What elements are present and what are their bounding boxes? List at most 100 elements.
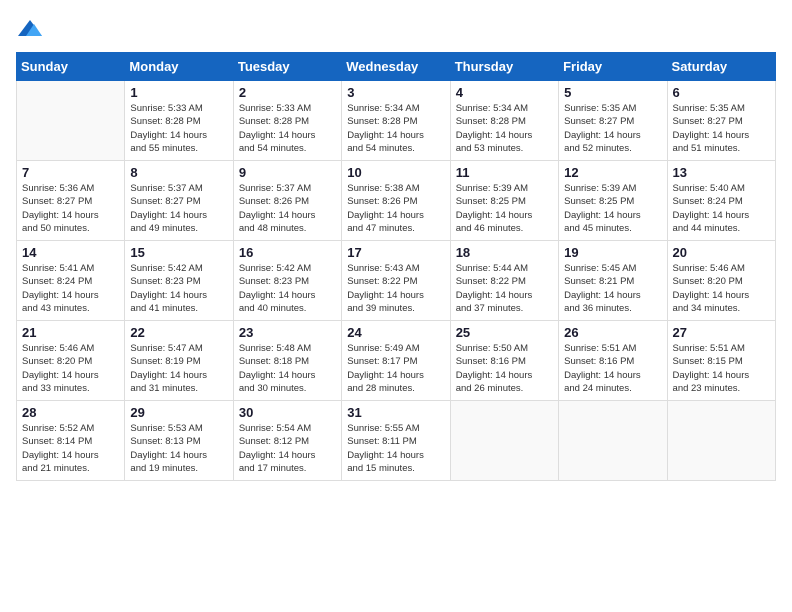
calendar-week-2: 7Sunrise: 5:36 AM Sunset: 8:27 PM Daylig… — [17, 161, 776, 241]
calendar-cell: 25 Sunrise: 5:50 AM Sunset: 8:16 PM Dayli… — [450, 321, 558, 401]
calendar-cell: 18Sunrise: 5:44 AM Sunset: 8:22 PM Dayli… — [450, 241, 558, 321]
day-info: Sunrise: 5:35 AM Sunset: 8:27 PM Dayligh… — [564, 102, 661, 155]
day-number: 27 — [673, 325, 770, 340]
calendar-cell: 21 Sunrise: 5:46 AM Sunset: 8:20 PM Dayli… — [17, 321, 125, 401]
day-number: 24 — [347, 325, 444, 340]
calendar-cell: 30Sunrise: 5:54 AM Sunset: 8:12 PM Dayli… — [233, 401, 341, 481]
day-number: 18 — [456, 245, 553, 260]
day-number: 20 — [673, 245, 770, 260]
day-number: 8 — [130, 165, 227, 180]
weekday-header-wednesday: Wednesday — [342, 53, 450, 81]
calendar-cell: 29 Sunrise: 5:53 AM Sunset: 8:13 PM Dayli… — [125, 401, 233, 481]
day-info: Sunrise: 5:45 AM Sunset: 8:21 PM Dayligh… — [564, 262, 661, 315]
day-number: 17 — [347, 245, 444, 260]
calendar-cell: 24 Sunrise: 5:49 AM Sunset: 8:17 PM Dayli… — [342, 321, 450, 401]
logo-icon — [16, 16, 44, 44]
day-info: Sunrise: 5:41 AM Sunset: 8:24 PM Dayligh… — [22, 262, 119, 315]
calendar-cell: 11 Sunrise: 5:39 AM Sunset: 8:25 PM Dayli… — [450, 161, 558, 241]
logo — [16, 16, 48, 44]
day-info: Sunrise: 5:39 AM Sunset: 8:25 PM Dayligh… — [456, 182, 553, 235]
day-number: 23 — [239, 325, 336, 340]
calendar-cell: 22 Sunrise: 5:47 AM Sunset: 8:19 PM Dayli… — [125, 321, 233, 401]
day-number: 10 — [347, 165, 444, 180]
day-info: Sunrise: 5:50 AM Sunset: 8:16 PM Dayligh… — [456, 342, 553, 395]
day-info: Sunrise: 5:51 AM Sunset: 8:15 PM Dayligh… — [673, 342, 770, 395]
day-number: 4 — [456, 85, 553, 100]
calendar-cell: 26 Sunrise: 5:51 AM Sunset: 8:16 PM Dayli… — [559, 321, 667, 401]
calendar-cell: 8 Sunrise: 5:37 AM Sunset: 8:27 PM Daylig… — [125, 161, 233, 241]
calendar-cell — [17, 81, 125, 161]
calendar-body: 1 Sunrise: 5:33 AM Sunset: 8:28 PM Daylig… — [17, 81, 776, 481]
day-info: Sunrise: 5:46 AM Sunset: 8:20 PM Dayligh… — [673, 262, 770, 315]
day-number: 16 — [239, 245, 336, 260]
day-info: Sunrise: 5:52 AM Sunset: 8:14 PM Dayligh… — [22, 422, 119, 475]
calendar-cell: 3 Sunrise: 5:34 AM Sunset: 8:28 PM Daylig… — [342, 81, 450, 161]
calendar-week-1: 1 Sunrise: 5:33 AM Sunset: 8:28 PM Daylig… — [17, 81, 776, 161]
day-number: 21 — [22, 325, 119, 340]
day-info: Sunrise: 5:43 AM Sunset: 8:22 PM Dayligh… — [347, 262, 444, 315]
day-info: Sunrise: 5:48 AM Sunset: 8:18 PM Dayligh… — [239, 342, 336, 395]
calendar-cell: 7Sunrise: 5:36 AM Sunset: 8:27 PM Daylig… — [17, 161, 125, 241]
calendar-cell: 16 Sunrise: 5:42 AM Sunset: 8:23 PM Dayli… — [233, 241, 341, 321]
day-info: Sunrise: 5:37 AM Sunset: 8:27 PM Dayligh… — [130, 182, 227, 235]
day-info: Sunrise: 5:38 AM Sunset: 8:26 PM Dayligh… — [347, 182, 444, 235]
calendar-cell: 5 Sunrise: 5:35 AM Sunset: 8:27 PM Daylig… — [559, 81, 667, 161]
day-number: 14 — [22, 245, 119, 260]
day-number: 11 — [456, 165, 553, 180]
day-number: 3 — [347, 85, 444, 100]
day-number: 19 — [564, 245, 661, 260]
calendar-cell: 6Sunrise: 5:35 AM Sunset: 8:27 PM Daylig… — [667, 81, 775, 161]
day-info: Sunrise: 5:33 AM Sunset: 8:28 PM Dayligh… — [130, 102, 227, 155]
calendar-cell: 31Sunrise: 5:55 AM Sunset: 8:11 PM Dayli… — [342, 401, 450, 481]
day-info: Sunrise: 5:33 AM Sunset: 8:28 PM Dayligh… — [239, 102, 336, 155]
day-info: Sunrise: 5:40 AM Sunset: 8:24 PM Dayligh… — [673, 182, 770, 235]
day-number: 5 — [564, 85, 661, 100]
day-info: Sunrise: 5:46 AM Sunset: 8:20 PM Dayligh… — [22, 342, 119, 395]
calendar-cell: 27 Sunrise: 5:51 AM Sunset: 8:15 PM Dayli… — [667, 321, 775, 401]
calendar-cell: 4 Sunrise: 5:34 AM Sunset: 8:28 PM Daylig… — [450, 81, 558, 161]
calendar-cell — [559, 401, 667, 481]
calendar-cell: 1 Sunrise: 5:33 AM Sunset: 8:28 PM Daylig… — [125, 81, 233, 161]
weekday-header-thursday: Thursday — [450, 53, 558, 81]
day-number: 28 — [22, 405, 119, 420]
calendar-cell: 17 Sunrise: 5:43 AM Sunset: 8:22 PM Dayli… — [342, 241, 450, 321]
day-info: Sunrise: 5:34 AM Sunset: 8:28 PM Dayligh… — [347, 102, 444, 155]
day-info: Sunrise: 5:35 AM Sunset: 8:27 PM Dayligh… — [673, 102, 770, 155]
calendar-cell: 12 Sunrise: 5:39 AM Sunset: 8:25 PM Dayli… — [559, 161, 667, 241]
day-info: Sunrise: 5:42 AM Sunset: 8:23 PM Dayligh… — [130, 262, 227, 315]
day-number: 29 — [130, 405, 227, 420]
calendar-week-3: 14 Sunrise: 5:41 AM Sunset: 8:24 PM Dayli… — [17, 241, 776, 321]
calendar-cell — [450, 401, 558, 481]
day-number: 22 — [130, 325, 227, 340]
calendar-cell: 20 Sunrise: 5:46 AM Sunset: 8:20 PM Dayli… — [667, 241, 775, 321]
day-number: 7 — [22, 165, 119, 180]
weekday-header-saturday: Saturday — [667, 53, 775, 81]
day-info: Sunrise: 5:49 AM Sunset: 8:17 PM Dayligh… — [347, 342, 444, 395]
day-number: 13 — [673, 165, 770, 180]
day-info: Sunrise: 5:42 AM Sunset: 8:23 PM Dayligh… — [239, 262, 336, 315]
calendar-cell: 19 Sunrise: 5:45 AM Sunset: 8:21 PM Dayli… — [559, 241, 667, 321]
calendar-cell: 13 Sunrise: 5:40 AM Sunset: 8:24 PM Dayli… — [667, 161, 775, 241]
calendar-cell: 14 Sunrise: 5:41 AM Sunset: 8:24 PM Dayli… — [17, 241, 125, 321]
day-number: 1 — [130, 85, 227, 100]
calendar-week-4: 21 Sunrise: 5:46 AM Sunset: 8:20 PM Dayli… — [17, 321, 776, 401]
weekday-header-sunday: Sunday — [17, 53, 125, 81]
day-info: Sunrise: 5:53 AM Sunset: 8:13 PM Dayligh… — [130, 422, 227, 475]
day-info: Sunrise: 5:54 AM Sunset: 8:12 PM Dayligh… — [239, 422, 336, 475]
day-info: Sunrise: 5:34 AM Sunset: 8:28 PM Dayligh… — [456, 102, 553, 155]
day-info: Sunrise: 5:55 AM Sunset: 8:11 PM Dayligh… — [347, 422, 444, 475]
day-number: 12 — [564, 165, 661, 180]
day-number: 25 — [456, 325, 553, 340]
calendar-week-5: 28 Sunrise: 5:52 AM Sunset: 8:14 PM Dayli… — [17, 401, 776, 481]
day-number: 15 — [130, 245, 227, 260]
day-info: Sunrise: 5:39 AM Sunset: 8:25 PM Dayligh… — [564, 182, 661, 235]
day-info: Sunrise: 5:51 AM Sunset: 8:16 PM Dayligh… — [564, 342, 661, 395]
calendar-cell — [667, 401, 775, 481]
calendar-cell: 9Sunrise: 5:37 AM Sunset: 8:26 PM Daylig… — [233, 161, 341, 241]
calendar-header-row: SundayMondayTuesdayWednesdayThursdayFrid… — [17, 53, 776, 81]
day-info: Sunrise: 5:47 AM Sunset: 8:19 PM Dayligh… — [130, 342, 227, 395]
day-info: Sunrise: 5:37 AM Sunset: 8:26 PM Dayligh… — [239, 182, 336, 235]
day-number: 26 — [564, 325, 661, 340]
calendar-table: SundayMondayTuesdayWednesdayThursdayFrid… — [16, 52, 776, 481]
weekday-header-monday: Monday — [125, 53, 233, 81]
